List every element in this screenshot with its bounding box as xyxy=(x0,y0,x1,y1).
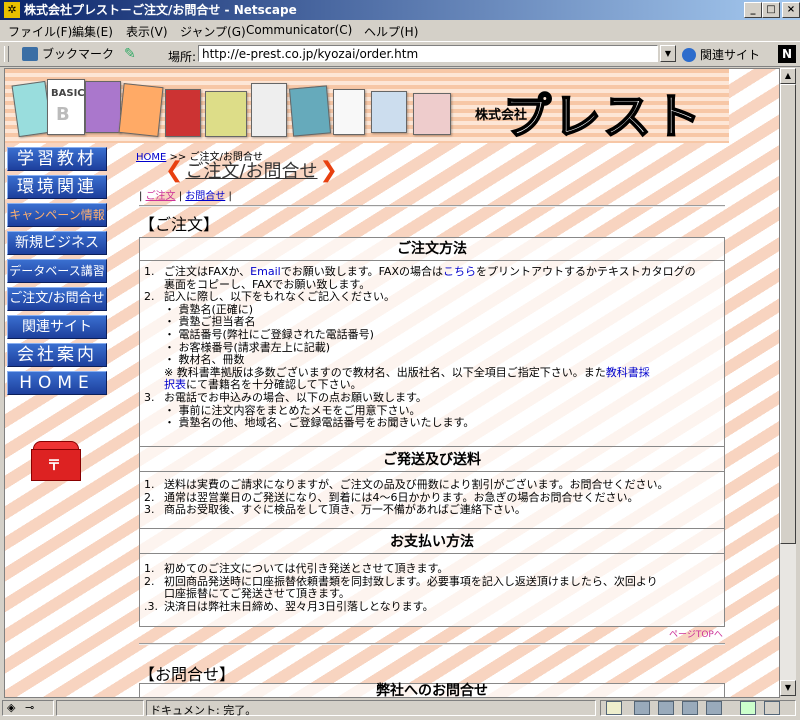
book-image-3 xyxy=(85,81,121,133)
menu-file[interactable]: ファイル(F) xyxy=(8,23,72,40)
scroll-thumb[interactable] xyxy=(780,84,796,544)
progress-panel xyxy=(56,700,144,716)
resize-grip-icon[interactable] xyxy=(764,701,780,715)
textbook-list-link-cont[interactable]: 択表 xyxy=(164,378,186,392)
book-image-5 xyxy=(165,89,201,137)
order-info-box: ご注文方法 1. ご注文はFAXか、Emailでお願い致します。FAXの場合はこち… xyxy=(139,237,725,627)
payment-title: お支払い方法 xyxy=(140,531,724,554)
book-image-8 xyxy=(288,85,332,137)
fax-form-link[interactable]: こちら xyxy=(443,265,476,278)
nav-environment[interactable]: 環境関連 xyxy=(7,175,107,199)
connection-icon[interactable]: ◈ xyxy=(7,701,15,714)
browser-viewport: BASIC B 株式会社プレスト 学習教材 環境関連 キャンペーン情報 新規ビジネ… xyxy=(4,68,780,698)
scroll-down-arrow[interactable]: ▼ xyxy=(780,680,796,696)
shipping-list: 1. 送料は実費のご請求になりますが、ご注文の品及び冊数により割引がございます。お… xyxy=(144,478,669,517)
menu-view[interactable]: 表示(V) xyxy=(126,23,168,40)
scroll-up-arrow[interactable]: ▲ xyxy=(780,68,796,84)
nav-database-course[interactable]: データベース講習 xyxy=(7,259,107,283)
right-arrow-icon: ❯ xyxy=(319,157,338,183)
globe-icon xyxy=(682,48,696,62)
book-image-4 xyxy=(118,83,164,137)
location-toolbar: ブックマーク ✎ 場所: http://e-prest.co.jp/kyozai… xyxy=(0,41,800,67)
status-text: ドキュメント: 完了。 xyxy=(150,704,257,717)
checkmark-icon[interactable] xyxy=(740,701,756,715)
side-navigation: 学習教材 環境関連 キャンペーン情報 新規ビジネス データベース講習 ご注文/お… xyxy=(7,147,107,399)
divider xyxy=(139,643,725,645)
bookmarks-button[interactable]: ブックマーク xyxy=(22,45,114,63)
maximize-button[interactable]: □ xyxy=(762,2,780,18)
email-link[interactable]: Email xyxy=(250,265,281,278)
book-image-2: BASIC B xyxy=(47,79,85,135)
groups-icon[interactable] xyxy=(682,701,698,715)
security-panel: ◈ ⊸ xyxy=(2,700,54,716)
messenger-icon[interactable] xyxy=(658,701,674,715)
site-banner: BASIC B 株式会社プレスト xyxy=(5,69,729,146)
nav-campaign[interactable]: キャンペーン情報 xyxy=(7,203,107,227)
location-dropdown-arrow[interactable]: ▼ xyxy=(660,45,676,62)
minimize-button[interactable]: _ xyxy=(744,2,762,18)
divider xyxy=(139,205,725,207)
inquiry-anchor-link[interactable]: お問合せ xyxy=(185,191,225,202)
menu-edit[interactable]: 編集(E) xyxy=(72,23,113,40)
company-name: プレスト xyxy=(502,88,704,146)
navigator-icon[interactable] xyxy=(606,701,622,715)
menu-bar: ファイル(F) 編集(E) 表示(V) ジャンプ(G) Communicator… xyxy=(0,20,800,40)
close-button[interactable]: × xyxy=(782,2,800,18)
section-links: | ご注文 | お問合せ | xyxy=(139,191,232,202)
window-title: 株式会社プレスト－ご注文/お問合せ - Netscape xyxy=(24,3,297,17)
location-input[interactable]: http://e-prest.co.jp/kyozai/order.htm xyxy=(198,45,658,62)
lock-icon[interactable]: ⊸ xyxy=(25,701,34,714)
title-bar: ✲ 株式会社プレスト－ご注文/お問合せ - Netscape _ □ × xyxy=(0,0,800,20)
book-image-9 xyxy=(333,89,365,135)
order-anchor-link[interactable]: ご注文 xyxy=(146,191,176,202)
nav-learning-materials[interactable]: 学習教材 xyxy=(7,147,107,171)
order-method-list: 1. ご注文はFAXか、Emailでお願い致します。FAXの場合はこちらをプリント… xyxy=(144,265,696,430)
mail-icon[interactable] xyxy=(634,701,650,715)
page-top-link[interactable]: ページTOPへ xyxy=(669,627,723,640)
company-prefix: 株式会社 xyxy=(475,108,528,123)
related-sites-button[interactable]: 関連サイト xyxy=(682,46,760,63)
company-logo[interactable]: 株式会社プレスト xyxy=(475,77,703,146)
composer-icon[interactable] xyxy=(706,701,722,715)
left-arrow-icon: ❮ xyxy=(165,157,184,183)
book-image-10 xyxy=(371,91,407,133)
book-image-7 xyxy=(251,83,287,137)
order-section-heading: 【ご注文】 xyxy=(139,215,220,234)
breadcrumb-home-link[interactable]: HOME xyxy=(136,152,166,163)
nav-related-sites[interactable]: 関連サイト xyxy=(7,315,107,339)
netscape-app-icon[interactable]: ✲ xyxy=(4,2,20,18)
textbook-list-link[interactable]: 教科書採 xyxy=(606,366,650,379)
location-label: 場所: xyxy=(168,50,197,64)
book-title-text: BASIC xyxy=(51,88,85,99)
nav-company-info[interactable]: 会社案内 xyxy=(7,343,107,367)
toolbar-grip[interactable] xyxy=(4,46,9,62)
mailbox-icon[interactable]: 〒 xyxy=(31,441,81,481)
postal-mark: 〒 xyxy=(47,458,61,474)
bookmarks-label: ブックマーク xyxy=(42,47,115,61)
netscape-logo[interactable]: N xyxy=(778,45,796,63)
page-heading: ❮ ご注文/お問合せ❯ xyxy=(165,157,338,183)
menu-go[interactable]: ジャンプ(G) xyxy=(180,23,246,40)
status-bar: ◈ ⊸ ドキュメント: 完了。 xyxy=(0,698,800,720)
nav-new-business[interactable]: 新規ビジネス xyxy=(7,231,107,255)
payment-list: 1. 初めてのご注文については代引き発送とさせて頂きます。 2. 初回商品発送時に口… xyxy=(144,562,658,613)
inquiry-box-title: 弊社へのお問合せ xyxy=(376,683,488,698)
inquiry-info-box: 弊社へのお問合せ xyxy=(139,683,725,698)
nav-order-inquiry[interactable]: ご注文/お問合せ xyxy=(7,287,107,311)
shipping-title: ご発送及び送料 xyxy=(140,449,724,472)
nav-home[interactable]: HOME xyxy=(7,371,107,395)
page-proxy-icon[interactable]: ✎ xyxy=(124,46,136,62)
page-title: ご注文/お問合せ xyxy=(185,161,318,182)
box-separator xyxy=(140,528,724,529)
book-image-6 xyxy=(205,91,247,137)
vertical-scrollbar[interactable]: ▲ ▼ xyxy=(780,68,796,696)
menu-help[interactable]: ヘルプ(H) xyxy=(364,23,418,40)
bookmark-icon xyxy=(22,47,38,61)
box-separator xyxy=(140,446,724,447)
menu-communicator[interactable]: Communicator(C) xyxy=(246,23,352,37)
related-sites-label: 関連サイト xyxy=(700,48,761,62)
order-method-title: ご注文方法 xyxy=(140,238,724,261)
book-image-11 xyxy=(413,93,451,135)
